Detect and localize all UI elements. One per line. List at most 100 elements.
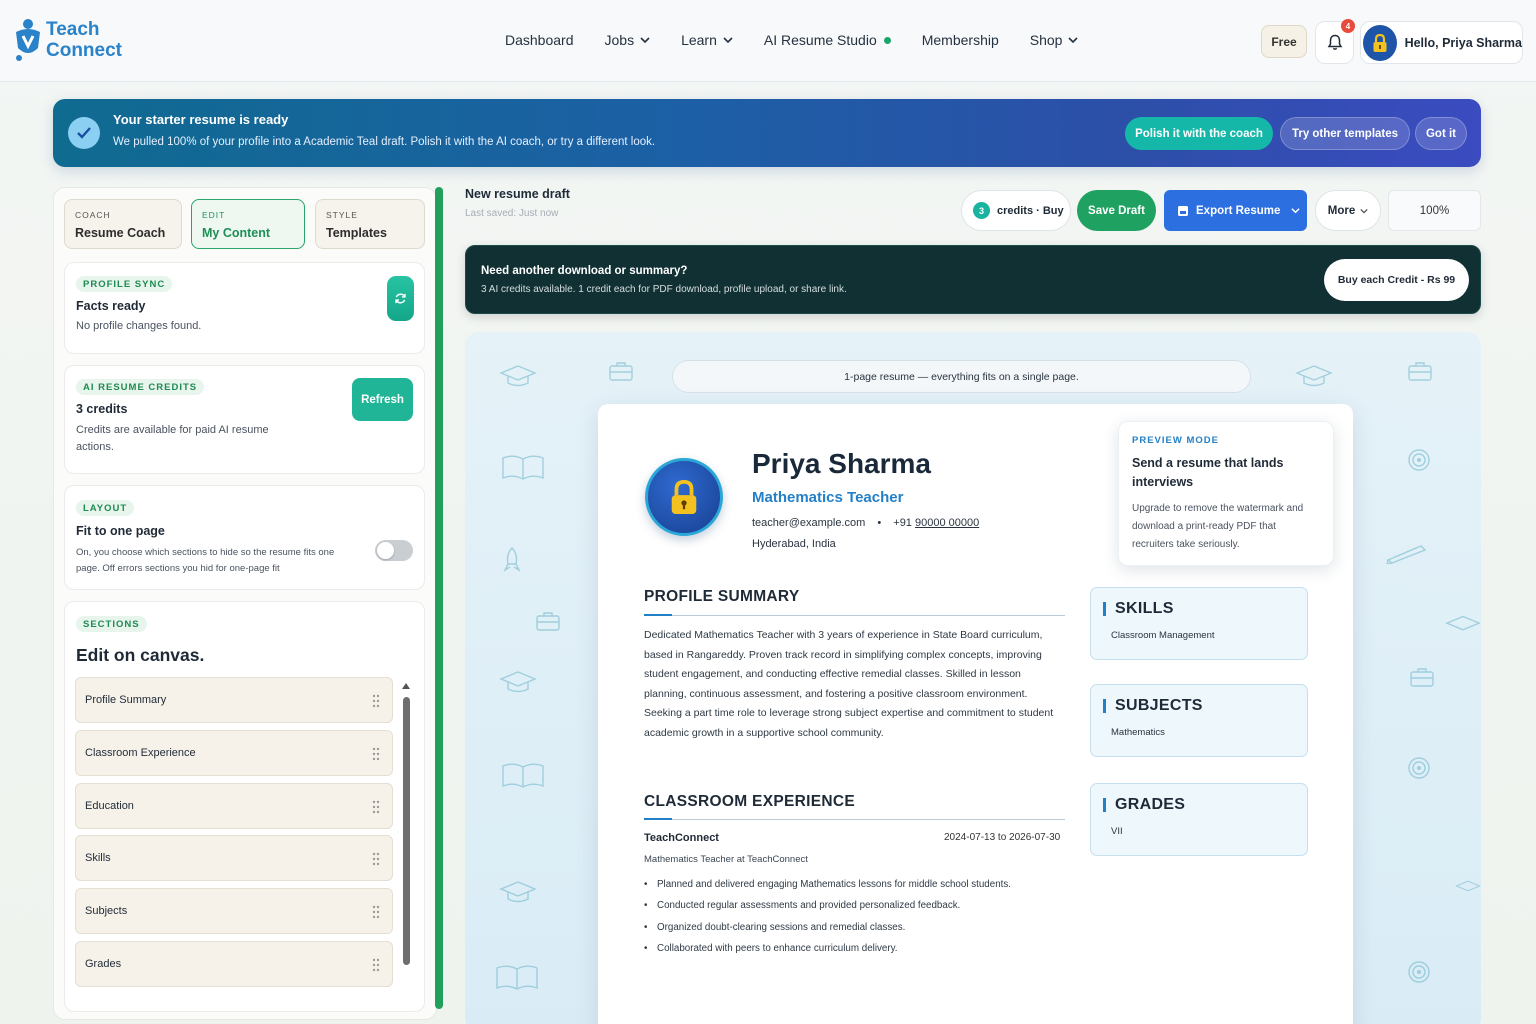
nav-ai-resume-studio[interactable]: AI Resume Studio <box>764 32 891 48</box>
nav-dashboard[interactable]: Dashboard <box>505 32 574 48</box>
tab-resume-coach[interactable]: COACH Resume Coach <box>64 199 182 249</box>
skills-heading: SKILLS <box>1103 600 1295 618</box>
list-item[interactable]: Collaborated with peers to enhance curri… <box>644 938 1065 960</box>
tab-label: Templates <box>326 226 387 240</box>
zoom-level[interactable]: 100% <box>1388 190 1481 231</box>
graduation-cap-icon <box>1295 365 1333 387</box>
experience-organization[interactable]: TeachConnect <box>644 832 719 844</box>
drag-handle-icon[interactable] <box>372 747 380 761</box>
graduation-cap-icon <box>499 365 537 387</box>
pencil-icon <box>1386 545 1427 564</box>
nav-jobs[interactable]: Jobs <box>605 32 651 48</box>
resume-ready-banner: Your starter resume is ready We pulled 1… <box>53 99 1481 167</box>
notifications-button[interactable]: 4 <box>1315 19 1355 64</box>
summary-text[interactable]: Dedicated Mathematics Teacher with 3 yea… <box>644 626 1065 743</box>
section-row-label: Subjects <box>85 905 128 917</box>
resume-photo[interactable] <box>645 458 723 536</box>
resume-name[interactable]: Priya Sharma <box>752 448 931 480</box>
teachconnect-logo-icon <box>14 18 42 62</box>
contact-separator: • <box>877 517 882 529</box>
try-other-templates-button[interactable]: Try other templates <box>1280 117 1410 150</box>
resume-email: teacher@example.com <box>752 517 866 529</box>
plan-badge[interactable]: Free <box>1261 25 1307 58</box>
tab-my-content[interactable]: EDIT My Content <box>191 199 305 249</box>
ai-credits-chip: AI RESUME CREDITS <box>76 379 205 395</box>
summary-heading[interactable]: PROFILE SUMMARY <box>644 588 1065 606</box>
nav-ai-resume-studio-label: AI Resume Studio <box>763 32 877 48</box>
brand-line-1: Teach <box>46 19 100 40</box>
scroll-up-arrow-icon[interactable] <box>401 682 411 690</box>
resume-role[interactable]: Mathematics Teacher <box>752 489 903 506</box>
resume-location[interactable]: Hyderabad, India <box>752 538 836 550</box>
buy-credit-button[interactable]: Buy each Credit - Rs 99 <box>1324 259 1469 301</box>
scrollbar-thumb[interactable] <box>403 697 410 965</box>
sections-scrollbar[interactable] <box>401 682 410 966</box>
dismiss-banner-button[interactable]: Got it <box>1415 117 1467 150</box>
preview-title: Send a resume that lands interviews <box>1132 456 1284 489</box>
profile-sync-chip: PROFILE SYNC <box>76 276 173 292</box>
save-draft-button[interactable]: Save Draft <box>1077 190 1156 231</box>
credits-buy-button[interactable]: 3 credits · Buy <box>961 190 1071 231</box>
nav-shop[interactable]: Shop <box>1030 32 1079 48</box>
drag-handle-icon[interactable] <box>372 905 380 919</box>
section-row-profile-summary[interactable]: Profile Summary <box>75 677 393 723</box>
skills-box[interactable]: SKILLS Classroom Management <box>1090 587 1308 660</box>
resume-sheet[interactable]: Priya Sharma Mathematics Teacher teacher… <box>598 404 1353 1024</box>
lock-icon <box>671 479 697 514</box>
tab-label: My Content <box>202 226 271 240</box>
section-rule <box>644 818 1065 820</box>
section-row-education[interactable]: Education <box>75 783 393 829</box>
credit-strip-text: 3 AI credits available. 1 credit each fo… <box>481 284 847 295</box>
graduation-cap-icon <box>499 881 537 903</box>
one-page-notice: 1-page resume — everything fits on a sin… <box>672 360 1251 393</box>
grades-box[interactable]: GRADES VII <box>1090 783 1308 856</box>
drag-handle-icon[interactable] <box>372 694 380 708</box>
sections-card: SECTIONS Edit on canvas. Profile Summary… <box>64 601 425 1012</box>
resume-contact[interactable]: teacher@example.com • +91 90000 00000 <box>752 517 979 529</box>
tab-templates[interactable]: STYLE Templates <box>315 199 425 249</box>
panel-divider-rail[interactable] <box>435 187 443 1009</box>
list-item[interactable]: Conducted regular assessments and provid… <box>644 895 1065 917</box>
chevron-down-icon <box>1360 208 1368 214</box>
list-item[interactable]: Planned and delivered engaging Mathemati… <box>644 874 1065 896</box>
section-row-classroom-experience[interactable]: Classroom Experience <box>75 730 393 776</box>
user-greeting: Hello, Priya Sharma <box>1404 35 1522 50</box>
profile-sync-title: Facts ready <box>76 299 146 313</box>
resume-canvas: 1-page resume — everything fits on a sin… <box>465 332 1481 1024</box>
experience-role[interactable]: Mathematics Teacher at TeachConnect <box>644 854 808 865</box>
graduation-cap-icon <box>499 671 537 693</box>
credit-strip-title: Need another download or summary? <box>481 265 688 277</box>
drag-handle-icon[interactable] <box>372 852 380 866</box>
nav-learn[interactable]: Learn <box>681 32 733 48</box>
export-resume-button[interactable]: Export Resume <box>1164 190 1307 231</box>
nav-shop-label: Shop <box>1029 32 1063 48</box>
credits-buy-label: credits · Buy <box>997 204 1064 217</box>
main-nav: Dashboard Jobs Learn AI Resume Studio Me… <box>505 32 1109 48</box>
drag-handle-icon[interactable] <box>372 958 380 972</box>
tab-kicker: COACH <box>75 210 111 220</box>
fit-one-page-toggle[interactable] <box>375 540 413 561</box>
buy-credits-strip: Need another download or summary? 3 AI c… <box>465 245 1481 314</box>
drag-handle-icon[interactable] <box>372 800 380 814</box>
nav-membership[interactable]: Membership <box>922 32 999 48</box>
refresh-credits-button[interactable]: Refresh <box>352 378 413 421</box>
subjects-box[interactable]: SUBJECTS Mathematics <box>1090 684 1308 757</box>
section-row-subjects[interactable]: Subjects <box>75 888 393 934</box>
live-status-dot <box>883 36 891 44</box>
polish-with-coach-button[interactable]: Polish it with the coach <box>1125 117 1273 150</box>
user-menu[interactable]: Hello, Priya Sharma <box>1360 21 1523 64</box>
experience-heading[interactable]: CLASSROOM EXPERIENCE <box>644 793 1065 811</box>
section-row-skills[interactable]: Skills <box>75 835 393 881</box>
banner-subtitle: We pulled 100% of your profile into a Ac… <box>113 136 656 148</box>
sync-profile-button[interactable] <box>387 276 414 321</box>
export-resume-label: Export Resume <box>1196 204 1281 217</box>
open-book-icon <box>502 763 544 788</box>
brand-logo[interactable]: Teach Connect <box>14 18 122 62</box>
document-title[interactable]: New resume draft <box>465 187 570 201</box>
target-icon <box>1408 961 1430 983</box>
experience-dates[interactable]: 2024-07-13 to 2026-07-30 <box>944 832 1060 843</box>
more-menu-button[interactable]: More <box>1315 190 1381 231</box>
section-row-grades[interactable]: Grades <box>75 941 393 987</box>
list-item[interactable]: Organized doubt-clearing sessions and re… <box>644 917 1065 939</box>
briefcase-icon <box>1408 362 1432 381</box>
